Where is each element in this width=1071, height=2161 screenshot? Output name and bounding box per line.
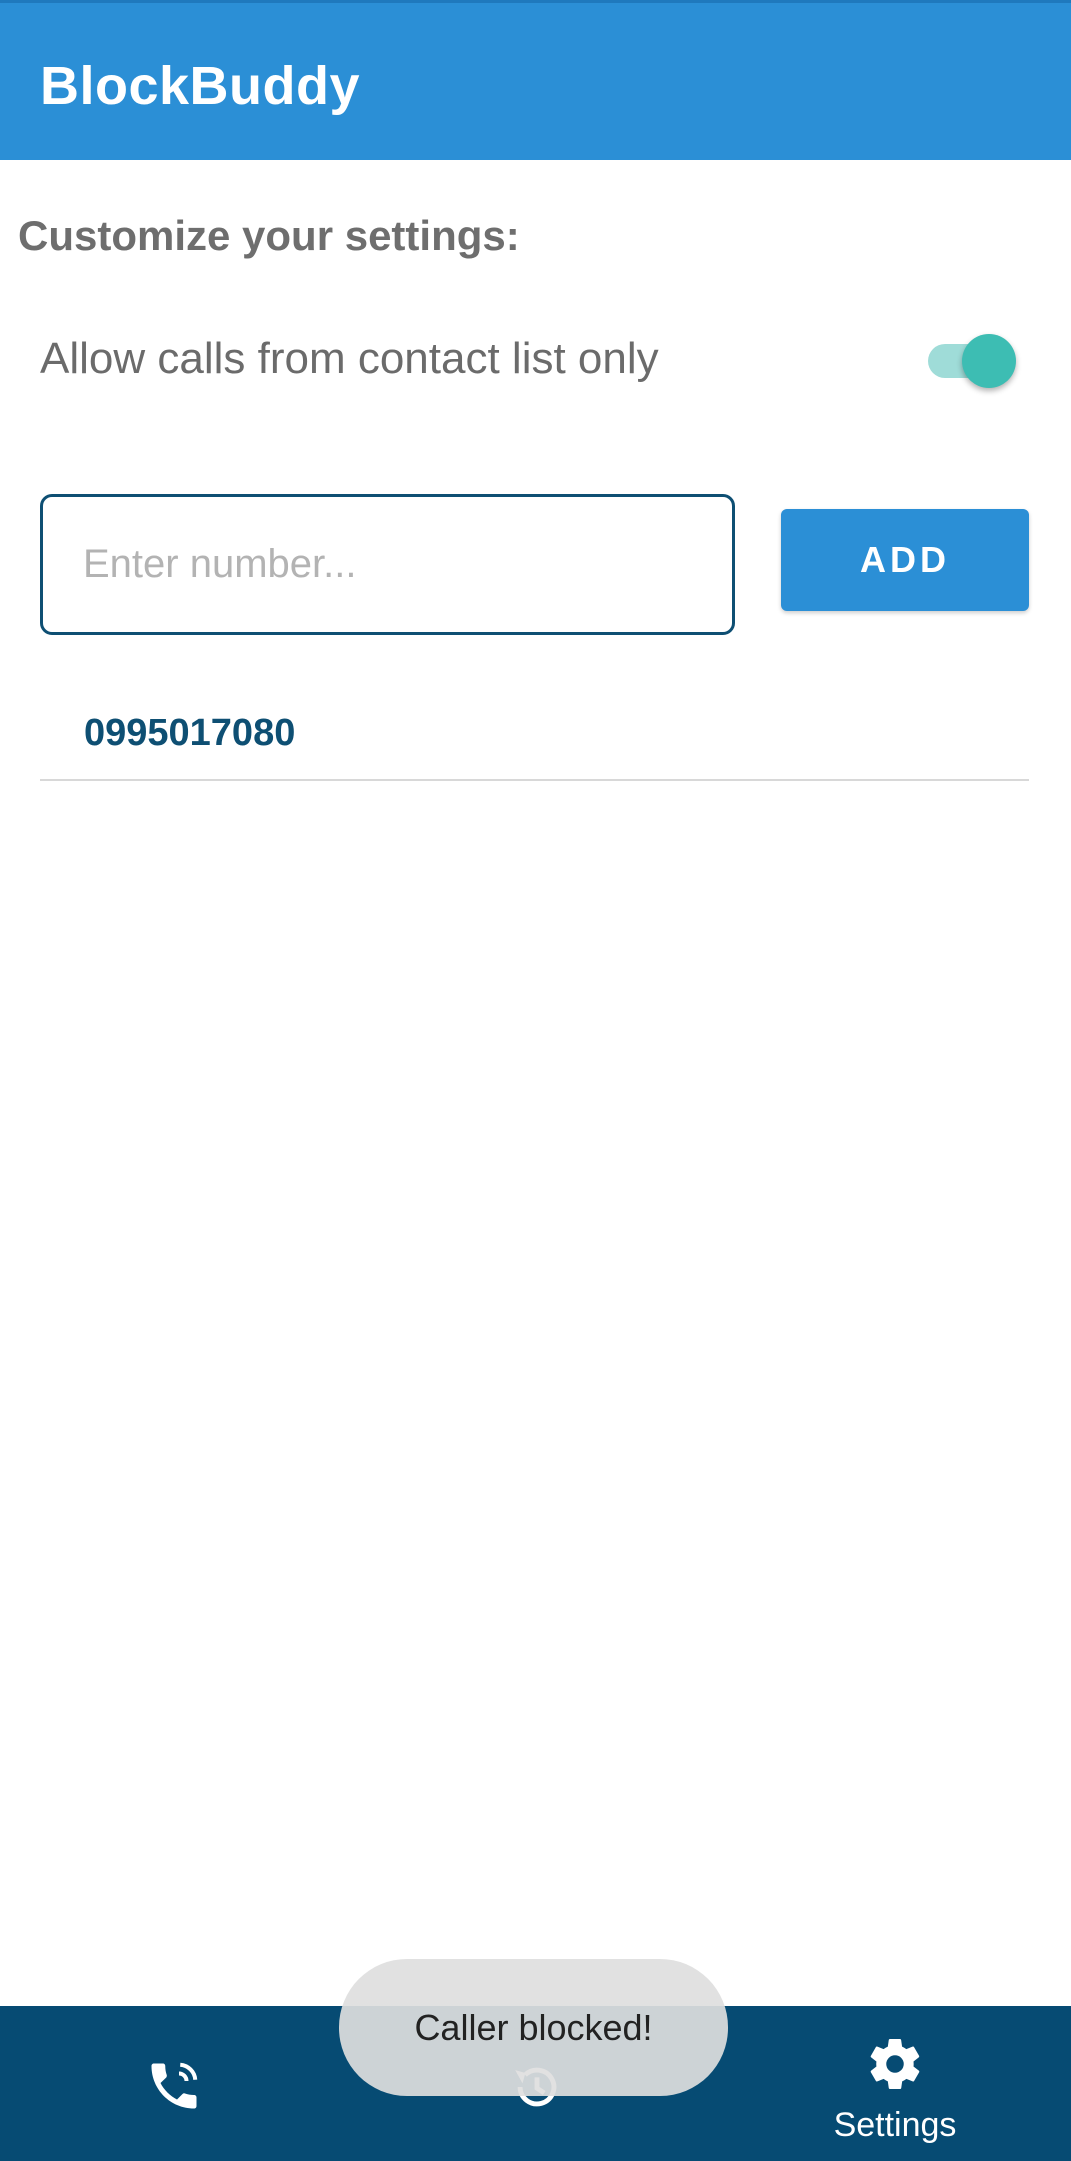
app-bar: BlockBuddy xyxy=(0,0,1071,160)
toast: Caller blocked! xyxy=(339,1959,728,2096)
allow-contacts-only-label: Allow calls from contact list only xyxy=(40,334,659,383)
nav-calls[interactable] xyxy=(100,2006,250,2161)
number-input[interactable] xyxy=(40,494,735,635)
blocked-number-item[interactable]: 0995017080 xyxy=(40,680,1029,781)
toast-message: Caller blocked! xyxy=(414,2007,653,2048)
app-title: BlockBuddy xyxy=(40,56,361,116)
nav-settings[interactable]: Settings xyxy=(800,2006,990,2161)
blocked-number-text: 0995017080 xyxy=(84,712,296,754)
settings-heading: Customize your settings: xyxy=(18,212,520,259)
allow-contacts-only-toggle[interactable] xyxy=(926,328,1022,392)
add-button[interactable]: ADD xyxy=(781,509,1029,611)
gear-icon xyxy=(865,2034,925,2099)
nav-settings-label: Settings xyxy=(833,2106,957,2144)
toggle-thumb[interactable] xyxy=(962,334,1016,388)
phone-icon xyxy=(144,2056,204,2121)
